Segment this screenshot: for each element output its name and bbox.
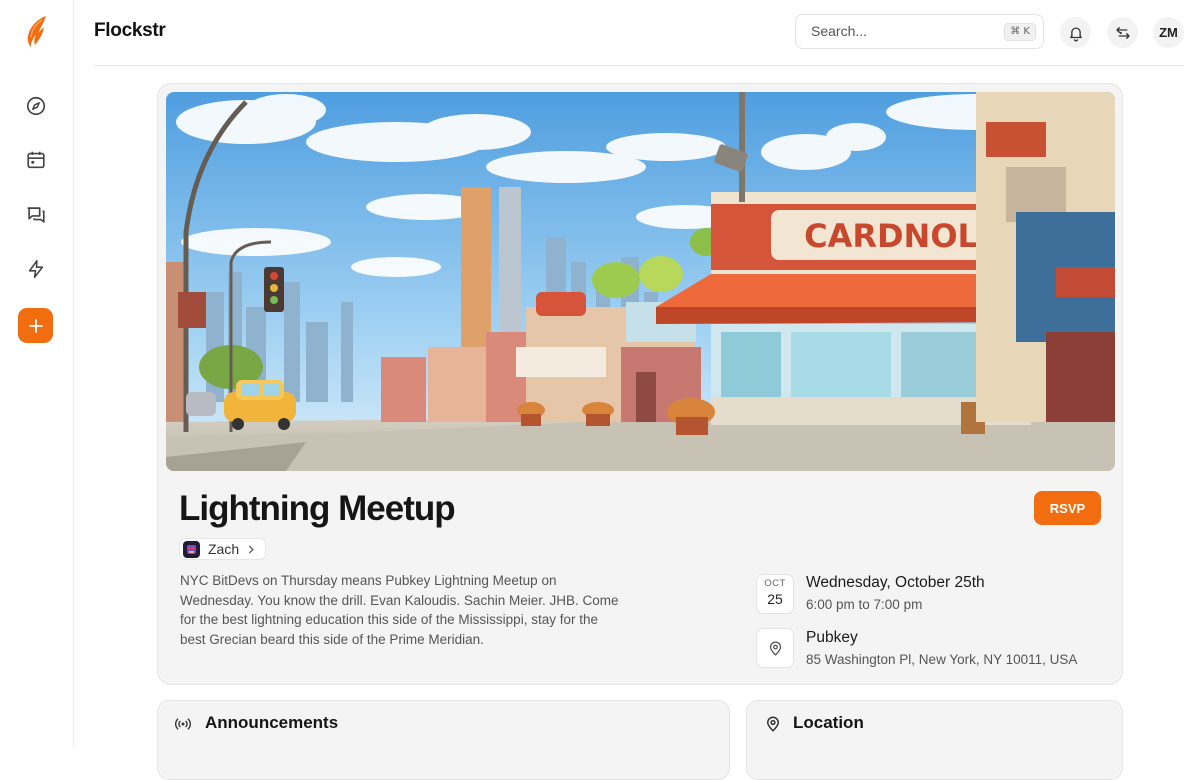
sidebar-item-zaps[interactable]	[22, 255, 50, 283]
app-title: Flockstr	[94, 20, 166, 41]
announcements-panel: Announcements	[157, 700, 730, 780]
rsvp-button[interactable]: RSVP	[1034, 491, 1101, 525]
broadcast-icon	[174, 715, 192, 738]
host-chip[interactable]: Zach	[179, 538, 267, 560]
location-panel: Location	[746, 700, 1123, 780]
date-badge: OCT 25	[756, 574, 794, 614]
map-pin-icon	[769, 641, 781, 656]
switch-view-button[interactable]	[1107, 17, 1138, 48]
plus-icon	[28, 318, 43, 333]
sidebar-item-calendar[interactable]	[22, 146, 50, 174]
event-date-full: Wednesday, October 25th	[806, 574, 985, 591]
announcements-title: Announcements	[205, 713, 339, 732]
notifications-button[interactable]	[1060, 17, 1091, 48]
top-bar: Flockstr ⌘ K ZM	[94, 0, 1184, 66]
date-month: OCT	[764, 578, 786, 589]
event-time: 6:00 pm to 7:00 pm	[806, 597, 923, 612]
sidebar-item-messages[interactable]	[22, 201, 50, 229]
flockstr-logo-icon[interactable]	[22, 14, 50, 48]
map-pin-icon	[764, 715, 782, 738]
arrows-switch-icon	[1115, 26, 1130, 39]
search-input[interactable]	[811, 23, 991, 39]
add-button[interactable]	[18, 308, 53, 343]
lightning-icon	[28, 259, 44, 279]
search-box[interactable]: ⌘ K	[795, 14, 1044, 49]
venue-address[interactable]: 85 Washington Pl, New York, NY 10011, US…	[806, 652, 1077, 667]
shop-sign-text: CARDNOL	[804, 217, 978, 255]
sidebar	[0, 0, 74, 748]
event-cover-image: CARDNOL	[166, 92, 1115, 471]
location-title: Location	[793, 713, 864, 732]
search-shortcut-hint: ⌘ K	[1004, 23, 1036, 41]
event-title: Lightning Meetup	[179, 489, 456, 528]
location-badge	[756, 628, 794, 668]
event-card: CARDNOL Lightning Meetup RSVP Zach NYC B…	[157, 83, 1123, 685]
compass-icon	[26, 96, 46, 116]
sidebar-item-explore[interactable]	[22, 92, 50, 120]
user-avatar-button[interactable]: ZM	[1153, 17, 1184, 48]
host-avatar	[183, 540, 200, 558]
messages-icon	[27, 207, 45, 223]
host-name: Zach	[208, 541, 240, 557]
calendar-icon	[27, 151, 45, 169]
date-day: 25	[767, 591, 783, 607]
venue-name: Pubkey	[806, 629, 858, 646]
bell-icon	[1069, 26, 1082, 41]
event-description: NYC BitDevs on Thursday means Pubkey Lig…	[180, 573, 619, 647]
chevron-right-icon	[249, 545, 254, 553]
